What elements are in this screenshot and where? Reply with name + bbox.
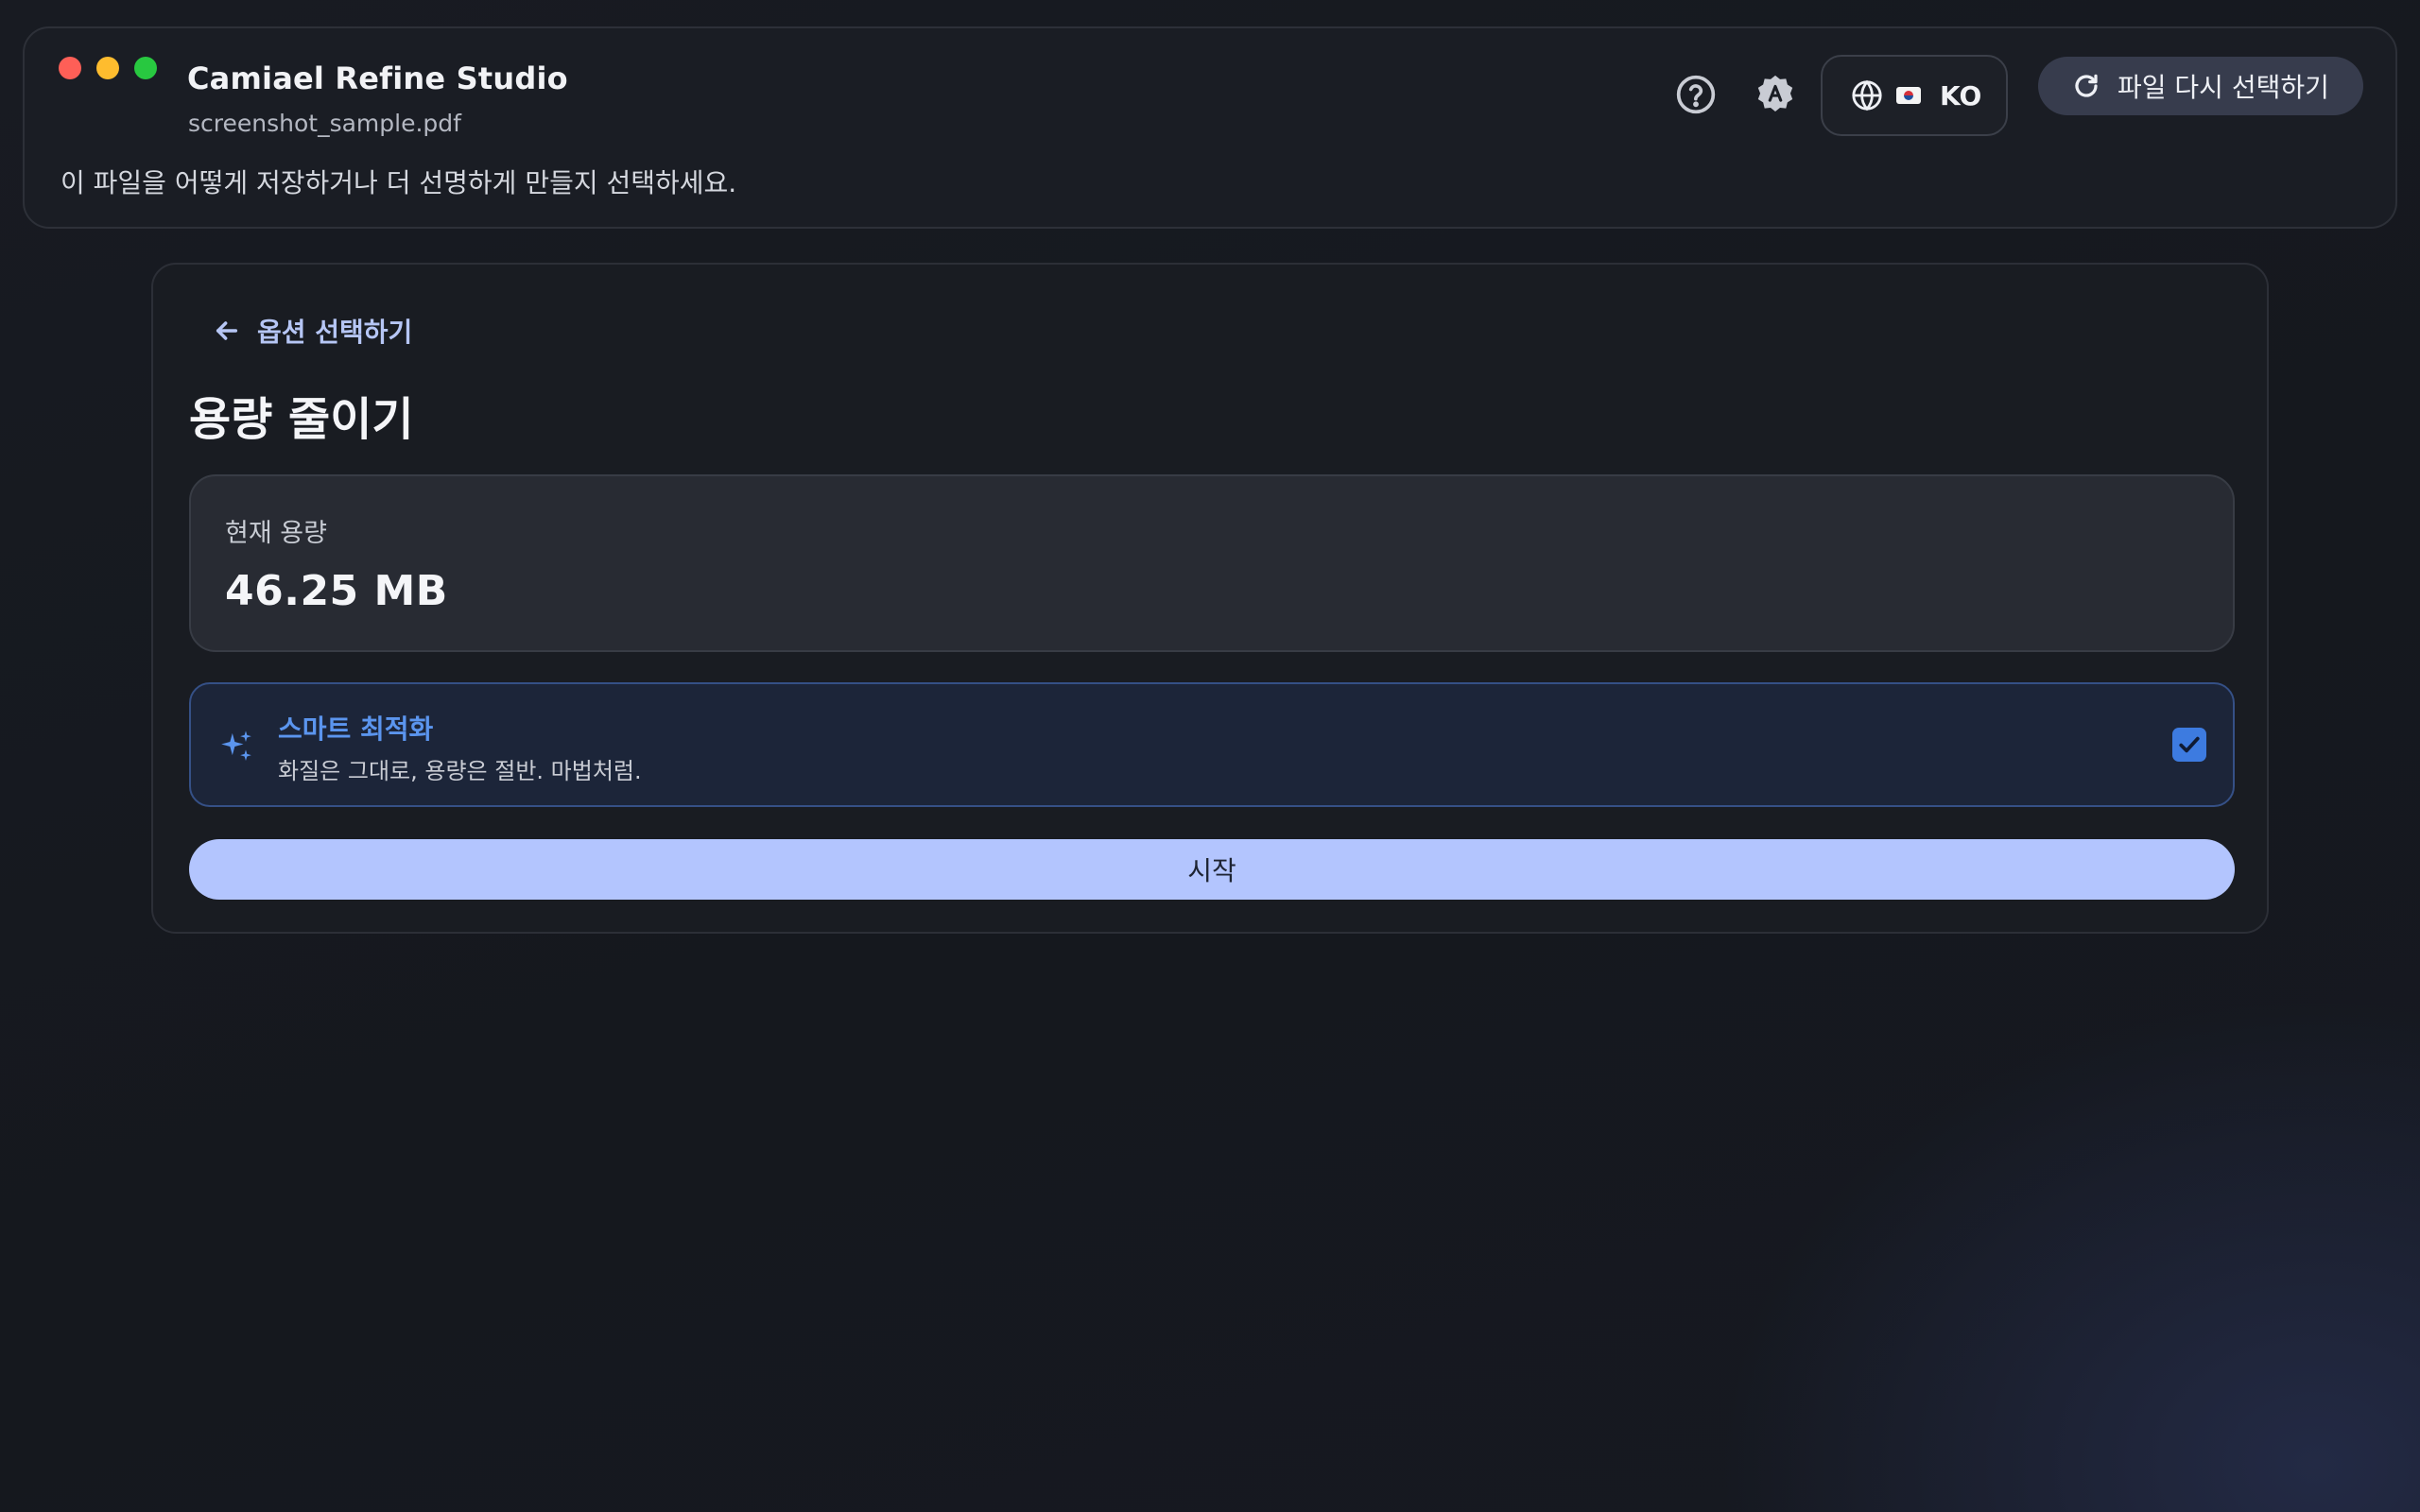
app-title: Camiael Refine Studio xyxy=(187,60,568,96)
maximize-window-button[interactable] xyxy=(134,57,157,79)
reselect-file-button[interactable]: 파일 다시 선택하기 xyxy=(2038,57,2363,115)
smart-optimize-checkbox[interactable] xyxy=(2172,728,2206,762)
language-code: KO xyxy=(1940,79,1982,112)
option-description: 화질은 그대로, 용량은 절반. 마법처럼. xyxy=(278,758,642,784)
check-icon xyxy=(2179,736,2200,753)
minimize-window-button[interactable] xyxy=(96,57,119,79)
auto-theme-icon xyxy=(1757,75,1793,112)
back-link-label: 옵션 선택하기 xyxy=(257,317,413,348)
language-selector[interactable]: KO xyxy=(1821,55,2008,136)
current-size-label: 현재 용량 xyxy=(225,519,327,548)
arrow-left-icon xyxy=(216,321,238,340)
instruction-text: 이 파일을 어떻게 저장하거나 더 선명하게 만들지 선택하세요. xyxy=(60,167,737,198)
section-title: 용량 줄이기 xyxy=(189,393,414,446)
globe-icon xyxy=(1852,79,1882,112)
current-size-value: 46.25 MB xyxy=(225,567,448,615)
refresh-icon xyxy=(2075,74,2098,97)
title-bar: Camiael Refine Studio screenshot_sample.… xyxy=(23,26,2397,229)
back-to-options-link[interactable]: 옵션 선택하기 xyxy=(212,312,412,350)
compress-panel: 옵션 선택하기 용량 줄이기 현재 용량 46.25 MB 스마트 최적화 화질… xyxy=(151,263,2269,934)
help-button[interactable] xyxy=(1668,66,1724,123)
reselect-file-label: 파일 다시 선택하기 xyxy=(2118,72,2329,103)
option-title: 스마트 최적화 xyxy=(278,713,434,745)
current-size-card: 현재 용량 46.25 MB xyxy=(189,474,2235,652)
help-circle-icon xyxy=(1676,75,1716,114)
sparkles-icon xyxy=(221,730,251,761)
window-controls xyxy=(59,57,157,79)
close-window-button[interactable] xyxy=(59,57,81,79)
start-button-label: 시작 xyxy=(1187,855,1236,886)
start-button[interactable]: 시작 xyxy=(189,839,2235,900)
korea-flag-icon xyxy=(1896,87,1921,104)
file-name: screenshot_sample.pdf xyxy=(188,110,461,137)
smart-optimize-option[interactable]: 스마트 최적화 화질은 그대로, 용량은 절반. 마법처럼. xyxy=(189,682,2235,807)
theme-toggle-button[interactable] xyxy=(1747,66,1804,123)
